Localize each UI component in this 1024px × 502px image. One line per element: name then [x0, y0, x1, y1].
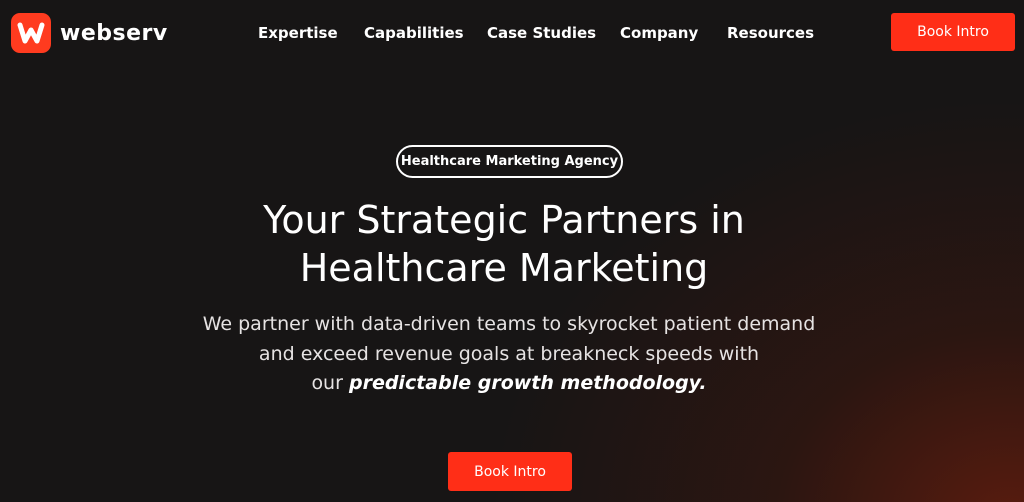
nav-item-resources[interactable]: Resources	[727, 24, 814, 42]
hero-title-line-2: Healthcare Marketing	[299, 246, 709, 290]
hero-book-intro-button[interactable]: Book Intro	[448, 452, 572, 491]
nav-item-case-studies[interactable]: Case Studies	[487, 24, 596, 42]
header-book-intro-button[interactable]: Book Intro	[891, 13, 1015, 51]
nav-item-capabilities[interactable]: Capabilities	[364, 24, 464, 42]
hero-subtitle-suffix: .	[699, 372, 707, 394]
hero-subtitle-line-1: We partner with data-driven teams to sky…	[202, 313, 816, 335]
hero-subtitle-prefix: our	[311, 372, 349, 394]
hero-subtitle-line-3: our predictable growth methodology.	[0, 369, 1018, 399]
hero-title-line-1: Your Strategic Partners in	[263, 198, 745, 242]
hero-title: Your Strategic Partners in Healthcare Ma…	[0, 196, 1008, 292]
main-nav: Expertise Capabilities Case Studies Comp…	[0, 24, 1024, 44]
hero-subtitle: We partner with data-driven teams to sky…	[0, 310, 1018, 399]
category-badge: Healthcare Marketing Agency	[396, 145, 623, 178]
hero-subtitle-emphasis: predictable growth methodology	[348, 372, 700, 394]
hero-subtitle-line-2: and exceed revenue goals at breakneck sp…	[258, 342, 760, 365]
nav-item-company[interactable]: Company	[620, 24, 698, 42]
nav-item-expertise[interactable]: Expertise	[258, 24, 338, 42]
site-header: webserv Expertise Capabilities Case Stud…	[0, 0, 1024, 66]
